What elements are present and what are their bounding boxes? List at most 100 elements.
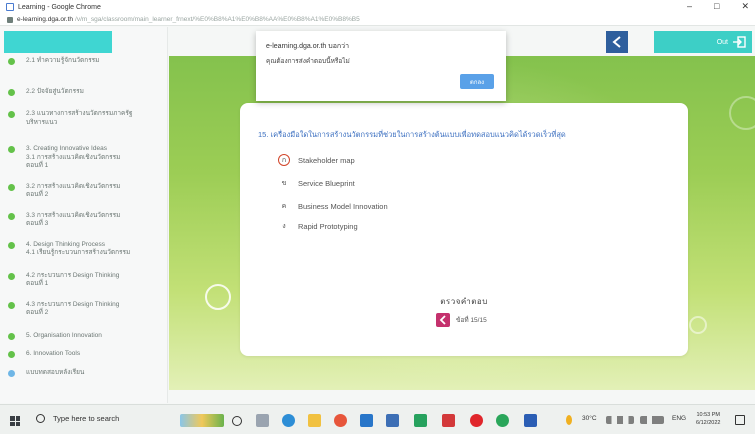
tray-language[interactable]: ENG	[672, 415, 686, 422]
url-path[interactable]: /v/m_sga/classroom/main_learner_frnext/%…	[75, 16, 360, 23]
dialog-message: คุณต้องการส่งคำตอบนี้หรือไม่	[266, 58, 350, 65]
option-text: Stakeholder map	[298, 155, 355, 165]
sidebar-item-label: 3.2 การสร้างแนวคิดเชิงนวัตกรรม	[26, 182, 121, 190]
tray-clock[interactable]: 10:53 PM 6/12/2022	[696, 411, 720, 427]
sidebar-item[interactable]: แบบทดสอบหลังเรียน	[0, 369, 167, 378]
progress-dot-icon	[8, 58, 15, 65]
sidebar-item[interactable]: 3.2 การสร้างแนวคิดเชิงนวัตกรรม ตอนที่ 2	[0, 183, 167, 200]
sidebar-item[interactable]: 4. Design Thinking Process 4.1 เรียนรู้กร…	[0, 241, 167, 258]
sidebar-header-block	[4, 31, 112, 53]
check-answer-button[interactable]: ตรวจคำตอบ	[240, 295, 688, 308]
progress-dot-icon	[8, 88, 15, 96]
progress-dot-icon	[8, 332, 15, 340]
file-explorer-icon[interactable]	[308, 414, 321, 427]
progress-dot-icon	[8, 146, 15, 153]
sidebar-item-label: 2.2 ปัจจัยสู่นวัตกรรม	[26, 87, 84, 95]
sidebar-item[interactable]: 3. Creating Innovative Ideas 3.1 การสร้าง…	[0, 145, 167, 171]
maximize-button[interactable]: □	[714, 1, 719, 12]
sidebar-item-label: 2.3 แนวทางการสร้างนวัตกรรมภาครัฐ	[26, 110, 133, 117]
progress-dot-icon	[8, 212, 15, 220]
clock-date: 6/12/2022	[696, 420, 721, 426]
dialog-ok-button[interactable]: ตกลง	[460, 74, 494, 89]
teams-icon[interactable]	[386, 414, 399, 427]
dropbox-icon[interactable]	[360, 414, 373, 427]
back-button[interactable]	[606, 31, 628, 53]
course-sidebar: 2.1 ทำความรู้จักนวัตกรรม 2.2 ปัจจัยสู่นวั…	[0, 27, 168, 403]
option-text: Business Model Innovation	[298, 201, 388, 211]
volume-network-icons[interactable]	[640, 416, 664, 424]
option-text: Service Blueprint	[298, 178, 355, 188]
progress-dot-icon	[8, 272, 15, 280]
firefox-icon[interactable]	[334, 414, 347, 427]
option-letter: ข	[281, 179, 287, 187]
chevron-left-icon	[612, 36, 621, 48]
widgets-icon[interactable]	[256, 414, 269, 427]
previous-question-button[interactable]	[436, 313, 450, 327]
decorative-ring	[729, 96, 755, 130]
sidebar-item[interactable]: 3.3 การสร้างแนวคิดเชิงนวัตกรรม ตอนที่ 3	[0, 212, 167, 229]
excel-icon[interactable]	[414, 414, 427, 427]
window-title: Learning - Google Chrome	[18, 3, 101, 11]
sidebar-item-label: 3. Creating Innovative Ideas	[26, 145, 107, 152]
sidebar-item-label: 3.1 การสร้างแนวคิดเชิงนวัตกรรม	[26, 153, 121, 161]
tray-icons[interactable]	[606, 416, 634, 424]
question-counter: ข้อที่ 15/15	[456, 317, 487, 324]
answer-option[interactable]: ก Stakeholder map	[278, 154, 355, 166]
weather-widget-icon[interactable]	[180, 414, 224, 427]
chrome-app-icon	[6, 3, 14, 11]
windows-taskbar: Type here to search 30°C ENG 10:53 PM 6/…	[0, 404, 755, 434]
sidebar-item[interactable]: 4.2 กระบวนการ Design Thinking ตอนที่ 1	[0, 272, 167, 289]
tray-temperature: 30°C	[582, 415, 597, 422]
exit-label: Out	[716, 38, 728, 46]
progress-dot-icon	[8, 351, 15, 358]
sidebar-item[interactable]: 2.2 ปัจจัยสู่นวัตกรรม	[0, 88, 167, 97]
weather-sun-icon	[566, 415, 572, 425]
sidebar-item-label: 3.3 การสร้างแนวคิดเชิงนวัตกรรม	[26, 211, 121, 219]
url-host[interactable]: e-learning.dga.or.th	[17, 16, 73, 23]
confirm-dialog: e-learning.dga.or.th บอกว่า คุณต้องการส่…	[256, 31, 506, 101]
word-icon[interactable]	[524, 414, 537, 427]
sidebar-item[interactable]: 6. Innovation Tools	[0, 350, 167, 359]
sidebar-item-label: บริหารแนว	[26, 118, 58, 126]
progress-dot-icon	[8, 301, 15, 309]
sidebar-item[interactable]: 5. Organisation Innovation	[0, 332, 167, 341]
close-button[interactable]: ✕	[741, 1, 749, 12]
address-bar[interactable]: e-learning.dga.or.th /v/m_sga/classroom/…	[0, 14, 755, 26]
taskbar-search-placeholder: Type here to search	[53, 414, 120, 423]
question-nav: ข้อที่ 15/15	[436, 313, 487, 327]
option-letter: ค	[281, 202, 287, 210]
minimize-button[interactable]: –	[687, 1, 692, 12]
task-view-icon[interactable]	[232, 416, 242, 426]
exit-icon	[733, 36, 746, 48]
quiz-card: 15. เครื่องมือใดในการสร้างนวัตกรรมที่ช่ว…	[240, 103, 688, 356]
progress-dot-icon	[8, 241, 15, 249]
acrobat-icon[interactable]	[442, 414, 455, 427]
sidebar-item-label: 5. Organisation Innovation	[26, 331, 102, 339]
chrome-icon[interactable]	[496, 414, 509, 427]
answer-option[interactable]: ข Service Blueprint	[278, 177, 355, 189]
window-titlebar: Learning - Google Chrome – □ ✕	[0, 0, 755, 14]
opera-icon[interactable]	[470, 414, 483, 427]
question-text: 15. เครื่องมือใดในการสร้างนวัตกรรมที่ช่ว…	[258, 130, 566, 139]
progress-dot-icon	[8, 183, 15, 191]
decorative-ring	[689, 316, 707, 334]
search-icon	[36, 414, 45, 423]
sidebar-item[interactable]: 4.3 กระบวนการ Design Thinking ตอนที่ 2	[0, 301, 167, 318]
sidebar-item-label: ตอนที่ 1	[26, 280, 49, 287]
option-text: Rapid Prototyping	[298, 221, 358, 231]
answer-option[interactable]: ง Rapid Prototyping	[278, 220, 358, 232]
progress-dot-icon	[8, 369, 15, 377]
sidebar-item[interactable]: 2.1 ทำความรู้จักนวัตกรรม	[0, 57, 167, 66]
notification-icon[interactable]	[735, 415, 745, 425]
sidebar-item[interactable]: 2.3 แนวทางการสร้างนวัตกรรมภาครัฐ บริหารแน…	[0, 110, 167, 127]
edge-icon[interactable]	[282, 414, 295, 427]
window-controls: – □ ✕	[687, 1, 749, 12]
sidebar-item-label: แบบทดสอบหลังเรียน	[26, 368, 85, 376]
decorative-ring	[205, 284, 231, 310]
answer-option[interactable]: ค Business Model Innovation	[278, 200, 388, 212]
windows-start-icon[interactable]	[10, 416, 20, 426]
taskbar-search[interactable]: Type here to search	[36, 414, 119, 423]
sidebar-item-label: 6. Innovation Tools	[26, 350, 81, 357]
exit-button[interactable]: Out	[654, 31, 752, 53]
sidebar-item-label: ตอนที่ 2	[26, 191, 49, 198]
